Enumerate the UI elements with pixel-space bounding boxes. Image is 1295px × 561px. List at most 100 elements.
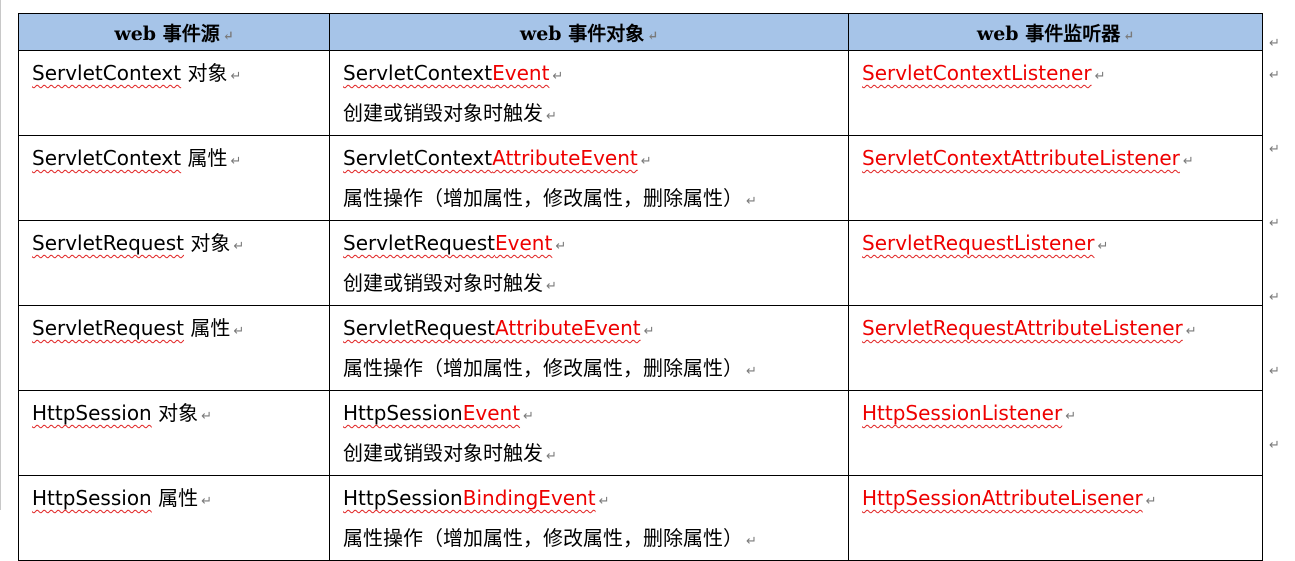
paragraph-mark: ↵ bbox=[1065, 409, 1077, 424]
row-end-mark: ↵ bbox=[1269, 216, 1280, 231]
event-prefix: ServletContext bbox=[343, 61, 493, 85]
paragraph-mark: ↵ bbox=[746, 364, 757, 379]
listener-name: HttpSessionAttributeLisener bbox=[862, 486, 1143, 510]
listener-name: ServletRequestListener bbox=[862, 231, 1095, 255]
header-row: web 事件源 ↵ web 事件对象 ↵ web 事件监听器 ↵ bbox=[18, 13, 1263, 51]
event-suffix: Event bbox=[495, 231, 553, 255]
listener-cell: ServletContextListener ↵ bbox=[848, 50, 1263, 136]
listener-cell: ServletRequestListener ↵ bbox=[848, 220, 1263, 306]
paragraph-mark: ↵ bbox=[746, 194, 757, 209]
paragraph-mark: ↵ bbox=[1145, 494, 1157, 509]
paragraph-mark: ↵ bbox=[640, 154, 652, 169]
event-prefix: ServletContext bbox=[343, 146, 493, 170]
document-left-edge bbox=[0, 0, 1, 510]
header-listener: web 事件监听器 ↵ bbox=[848, 13, 1263, 51]
event-description: 属性操作（增加属性，修改属性，删除属性） bbox=[343, 186, 743, 210]
paragraph-mark: ↵ bbox=[230, 69, 242, 84]
event-prefix: ServletRequest bbox=[343, 231, 496, 255]
listener-table: web 事件源 ↵ web 事件对象 ↵ web 事件监听器 ↵ ServletCon… bbox=[18, 13, 1263, 561]
listener-name: ServletContextListener bbox=[862, 61, 1092, 85]
source-name: ServletRequest bbox=[32, 231, 185, 255]
event-cell: ServletContextEvent ↵ 创建或销毁对象时触发 ↵ bbox=[329, 50, 849, 136]
source-suffix: 属性 bbox=[190, 316, 231, 340]
source-suffix: 对象 bbox=[158, 401, 199, 425]
header-source: web 事件源 ↵ bbox=[18, 13, 330, 51]
table-row: HttpSession 对象 ↵ HttpSessionEvent ↵ 创建或销毁对象时… bbox=[18, 390, 1263, 476]
paragraph-mark: ↵ bbox=[546, 109, 557, 124]
event-suffix: AttributeEvent bbox=[495, 316, 641, 340]
event-cell: ServletRequestEvent ↵ 创建或销毁对象时触发 ↵ bbox=[329, 220, 849, 306]
paragraph-mark: ↵ bbox=[233, 324, 245, 339]
source-name: ServletContext bbox=[32, 61, 182, 85]
listener-cell: HttpSessionListener ↵ bbox=[848, 390, 1263, 476]
source-cell: ServletRequest 对象 ↵ bbox=[18, 220, 330, 306]
paragraph-mark: ↵ bbox=[746, 534, 757, 549]
header-event: web 事件对象 ↵ bbox=[329, 13, 849, 51]
source-name: HttpSession bbox=[32, 486, 152, 510]
event-description: 创建或销毁对象时触发 bbox=[343, 441, 543, 465]
source-suffix: 对象 bbox=[190, 231, 231, 255]
paragraph-mark: ↵ bbox=[1094, 69, 1106, 84]
event-cell: HttpSessionBindingEvent ↵ 属性操作（增加属性，修改属性，删… bbox=[329, 475, 849, 561]
source-name: ServletRequest bbox=[32, 316, 185, 340]
paragraph-mark: ↵ bbox=[233, 239, 245, 254]
listener-name: ServletRequestAttributeListener bbox=[862, 316, 1183, 340]
event-suffix: Event bbox=[462, 401, 521, 425]
paragraph-mark: ↵ bbox=[1097, 239, 1109, 254]
event-name: ServletRequestEvent bbox=[343, 231, 552, 255]
table-row: ServletContext 属性 ↵ ServletContextAttribut… bbox=[18, 135, 1263, 221]
row-end-mark: ↵ bbox=[1269, 142, 1280, 157]
listener-cell: ServletRequestAttributeListener ↵ bbox=[848, 305, 1263, 391]
table-row: ServletContext 对象 ↵ ServletContextEvent ↵ 创建… bbox=[18, 50, 1263, 136]
event-prefix: HttpSession bbox=[343, 486, 463, 510]
paragraph-mark: ↵ bbox=[201, 409, 212, 424]
paragraph-mark: ↵ bbox=[523, 409, 534, 424]
event-description: 创建或销毁对象时触发 bbox=[343, 101, 543, 125]
event-name: HttpSessionEvent bbox=[343, 401, 520, 425]
paragraph-mark: ↵ bbox=[552, 69, 564, 84]
source-cell: ServletContext 属性 ↵ bbox=[18, 135, 330, 221]
source-suffix: 属性 bbox=[187, 146, 228, 170]
event-name: ServletContextAttributeEvent bbox=[343, 146, 638, 170]
event-cell: ServletContextAttributeEvent ↵ 属性操作（增加属性，修… bbox=[329, 135, 849, 221]
listener-cell: HttpSessionAttributeLisener ↵ bbox=[848, 475, 1263, 561]
listener-name: ServletContextAttributeListener bbox=[862, 146, 1180, 170]
paragraph-mark: ↵ bbox=[598, 494, 610, 509]
event-suffix: AttributeEvent bbox=[492, 146, 638, 170]
row-end-mark: ↵ bbox=[1269, 68, 1280, 83]
event-description: 创建或销毁对象时触发 bbox=[343, 271, 543, 295]
source-name: ServletContext bbox=[32, 146, 182, 170]
event-name: ServletRequestAttributeEvent bbox=[343, 316, 641, 340]
paragraph-mark: ↵ bbox=[1182, 154, 1194, 169]
source-cell: HttpSession 属性 ↵ bbox=[18, 475, 330, 561]
source-cell: HttpSession 对象 ↵ bbox=[18, 390, 330, 476]
event-cell: HttpSessionEvent ↵ 创建或销毁对象时触发 ↵ bbox=[329, 390, 849, 476]
source-name: HttpSession bbox=[32, 401, 152, 425]
event-suffix: BindingEvent bbox=[462, 486, 596, 510]
event-prefix: ServletRequest bbox=[343, 316, 496, 340]
row-end-mark: ↵ bbox=[1269, 364, 1280, 379]
event-prefix: HttpSession bbox=[343, 401, 463, 425]
source-cell: ServletRequest 属性 ↵ bbox=[18, 305, 330, 391]
listener-name: HttpSessionListener bbox=[862, 401, 1063, 425]
event-name: HttpSessionBindingEvent bbox=[343, 486, 596, 510]
table-row: HttpSession 属性 ↵ HttpSessionBindingEvent ↵ 属… bbox=[18, 475, 1263, 561]
source-suffix: 属性 bbox=[158, 486, 199, 510]
source-cell: ServletContext 对象 ↵ bbox=[18, 50, 330, 136]
event-description: 属性操作（增加属性，修改属性，删除属性） bbox=[343, 356, 743, 380]
event-name: ServletContextEvent bbox=[343, 61, 549, 85]
paragraph-mark: ↵ bbox=[643, 324, 655, 339]
table-row: ServletRequest 对象 ↵ ServletRequestEvent ↵ 创建… bbox=[18, 220, 1263, 306]
paragraph-mark: ↵ bbox=[1185, 324, 1197, 339]
listener-cell: ServletContextAttributeListener ↵ bbox=[848, 135, 1263, 221]
paragraph-mark: ↵ bbox=[201, 494, 212, 509]
paragraph-mark: ↵ bbox=[555, 239, 567, 254]
event-description: 属性操作（增加属性，修改属性，删除属性） bbox=[343, 526, 743, 550]
table-row: ServletRequest 属性 ↵ ServletRequestAttribut… bbox=[18, 305, 1263, 391]
row-end-mark: ↵ bbox=[1269, 290, 1280, 305]
row-end-mark: ↵ bbox=[1269, 36, 1280, 51]
event-cell: ServletRequestAttributeEvent ↵ 属性操作（增加属性，修… bbox=[329, 305, 849, 391]
paragraph-mark: ↵ bbox=[546, 279, 557, 294]
paragraph-mark: ↵ bbox=[546, 449, 557, 464]
source-suffix: 对象 bbox=[187, 61, 228, 85]
